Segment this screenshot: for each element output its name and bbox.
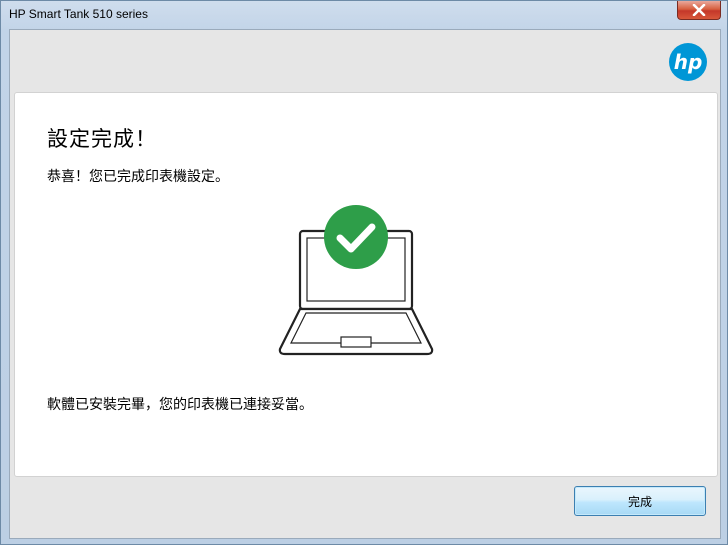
close-button[interactable] [677, 1, 721, 20]
congrats-text: 恭喜！您已完成印表機設定。 [47, 169, 229, 185]
close-icon [692, 4, 706, 16]
finish-button[interactable]: 完成 [574, 486, 706, 516]
laptop-illustration [277, 203, 435, 359]
installer-window: HP Smart Tank 510 series hp 設定完成！ 恭喜！您已完… [0, 0, 728, 545]
checkmark-circle-icon [324, 205, 388, 269]
title-bar[interactable]: HP Smart Tank 510 series [1, 1, 727, 29]
window-title: HP Smart Tank 510 series [9, 7, 148, 21]
hp-logo-text: hp [674, 50, 703, 74]
install-complete-text: 軟體已安裝完畢，您的印表機已連接妥當。 [47, 397, 313, 413]
hp-logo: hp [669, 43, 707, 81]
content-panel: 設定完成！ 恭喜！您已完成印表機設定。 軟體已安裝完畢，您的印表機已連接妥當。 [14, 92, 718, 477]
dialog-client-area: hp 設定完成！ 恭喜！您已完成印表機設定。 軟體已安裝完畢，您的印表機已連接妥… [9, 29, 721, 539]
page-title: 設定完成！ [47, 127, 157, 151]
